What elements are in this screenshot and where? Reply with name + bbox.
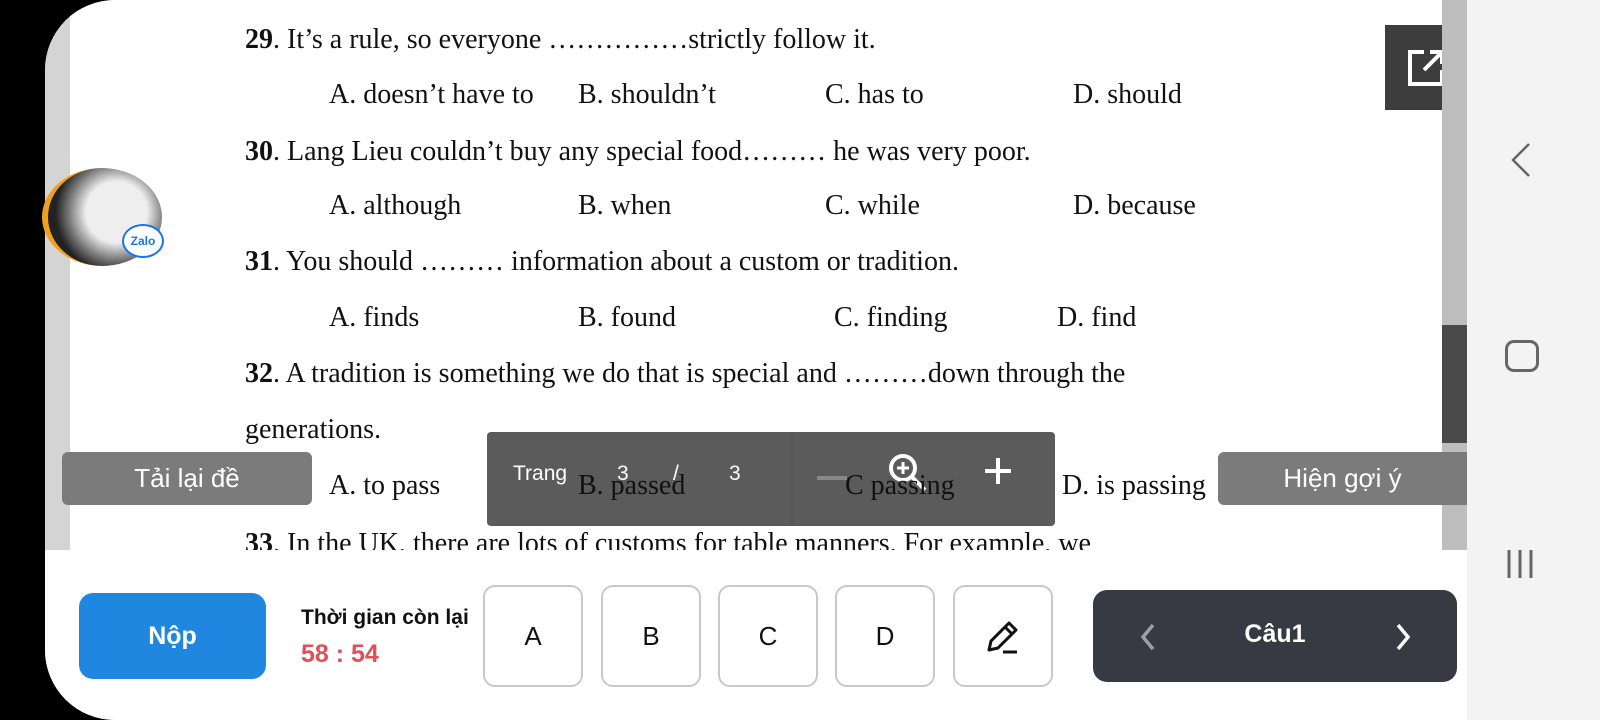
submit-button[interactable]: Nộp [79, 593, 266, 679]
option: D. is passing [1062, 470, 1206, 501]
back-icon[interactable] [1509, 142, 1533, 178]
popout-button[interactable] [1385, 25, 1442, 110]
time-remaining-value: 58 : 54 [301, 640, 379, 668]
answer-b-button[interactable]: B [601, 585, 701, 687]
note-button[interactable] [953, 585, 1053, 687]
option: D. should [1073, 79, 1182, 110]
question-32-cont: generations. [245, 414, 382, 445]
scrollbar-thumb[interactable] [1442, 325, 1467, 443]
zalo-chat-bubble[interactable]: Zalo [42, 168, 164, 266]
show-hint-button[interactable]: Hiện gợi ý [1218, 452, 1467, 505]
page-toolbar: Trang 3 / 3 [487, 432, 1055, 526]
total-pages: 3 [729, 462, 741, 485]
system-navigation-bar [1467, 0, 1600, 720]
answer-a-button[interactable]: A [483, 585, 583, 687]
answer-d-button[interactable]: D [835, 585, 935, 687]
option: B. found [578, 302, 676, 333]
zoom-out-icon[interactable] [817, 476, 847, 480]
home-icon[interactable] [1505, 340, 1539, 372]
next-question-icon[interactable] [1393, 622, 1413, 652]
zalo-badge: Zalo [122, 224, 164, 258]
option: C. while [825, 190, 920, 221]
option: C passing [845, 470, 955, 501]
pencil-icon [987, 621, 1018, 654]
time-remaining-label: Thời gian còn lại [301, 606, 469, 629]
option: A. to pass [329, 470, 441, 501]
answer-bar: Nộp Thời gian còn lại 58 : 54 A B C D Câ… [45, 550, 1467, 720]
option: D. because [1073, 190, 1196, 221]
option: C. finding [834, 302, 948, 333]
recent-apps-icon[interactable] [1505, 548, 1535, 580]
option: A. doesn’t have to [329, 79, 534, 110]
option: B. when [578, 190, 672, 221]
answer-c-button[interactable]: C [718, 585, 818, 687]
option: D. find [1057, 302, 1137, 333]
question-navigator: Câu1 [1093, 590, 1457, 682]
zoom-in-icon[interactable] [983, 456, 1013, 486]
app-window: 29. It’s a rule, so everyone ……………strict… [45, 0, 1467, 720]
option: B. passed [578, 470, 686, 501]
question-31: 31. You should ……… information about a c… [245, 246, 959, 277]
question-33: 33. In the UK, there are lots of customs… [245, 528, 1091, 550]
option: B. shouldn’t [578, 79, 716, 110]
option: C. has to [825, 79, 924, 110]
question-32: 32. A tradition is something we do that … [245, 358, 1126, 389]
option: A. although [329, 190, 462, 221]
question-29: 29. It’s a rule, so everyone ……………strict… [245, 24, 876, 55]
page-label: Trang [513, 462, 568, 485]
external-link-icon [1408, 49, 1442, 86]
question-30: 30. Lang Lieu couldn’t buy any special f… [245, 136, 1031, 167]
reload-button[interactable]: Tải lại đề [62, 452, 312, 505]
option: A. finds [329, 302, 420, 333]
divider [791, 432, 793, 526]
